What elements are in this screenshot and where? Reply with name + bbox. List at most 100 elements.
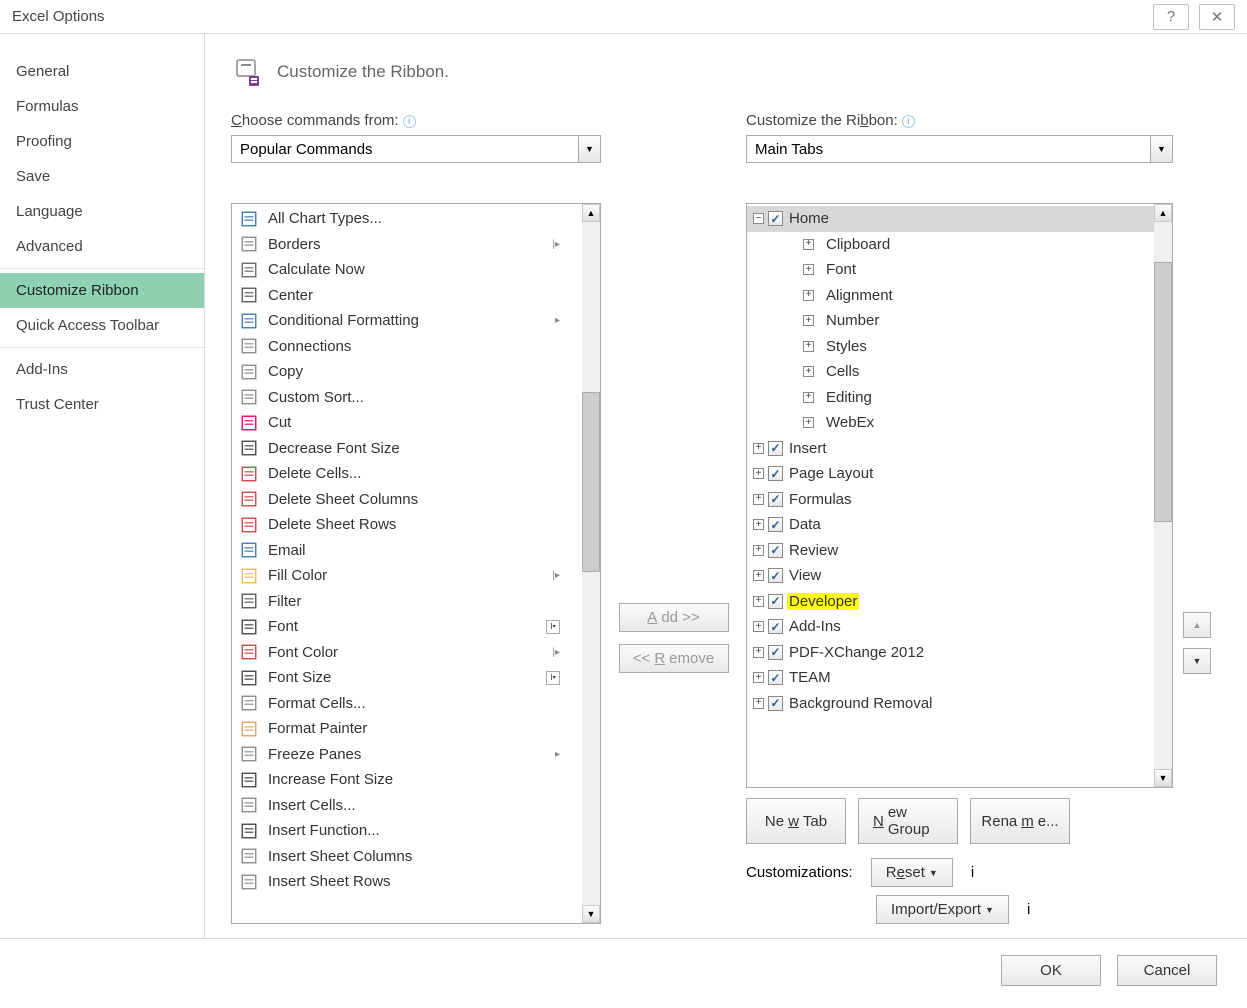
command-item[interactable]: Cut xyxy=(232,410,582,436)
ribbon-tree[interactable]: −✓Home+Clipboard+Font+Alignment+Number+S… xyxy=(746,203,1173,788)
expand-toggle-icon[interactable]: + xyxy=(753,443,764,454)
rename-button[interactable]: Rename... xyxy=(970,798,1070,844)
command-item[interactable]: Center xyxy=(232,283,582,309)
tree-tab-item[interactable]: +✓TEAM xyxy=(747,665,1154,691)
tree-tab-item[interactable]: +✓Review xyxy=(747,538,1154,564)
command-item[interactable]: Delete Sheet Columns xyxy=(232,487,582,513)
tab-checkbox[interactable]: ✓ xyxy=(768,594,783,609)
info-icon[interactable]: i xyxy=(1027,901,1030,918)
tree-tab-item[interactable]: +✓View xyxy=(747,563,1154,589)
ribbon-scrollbar[interactable]: ▲ ▼ xyxy=(1154,204,1172,787)
tree-tab-item[interactable]: +✓Page Layout xyxy=(747,461,1154,487)
command-item[interactable]: FontI▾ xyxy=(232,614,582,640)
sidebar-item-quick-access[interactable]: Quick Access Toolbar xyxy=(0,308,204,343)
command-item[interactable]: Delete Sheet Rows xyxy=(232,512,582,538)
command-item[interactable]: Conditional Formatting▸ xyxy=(232,308,582,334)
close-button[interactable]: ✕ xyxy=(1199,4,1235,30)
commands-from-dropdown[interactable]: Popular Commands ▼ xyxy=(231,135,601,163)
tree-tab-item[interactable]: +✓Background Removal xyxy=(747,691,1154,717)
tree-group-item[interactable]: +Cells xyxy=(747,359,1154,385)
tab-checkbox[interactable]: ✓ xyxy=(768,517,783,532)
expand-toggle-icon[interactable]: + xyxy=(753,494,764,505)
command-item[interactable]: Insert Sheet Columns xyxy=(232,844,582,870)
ok-button[interactable]: OK xyxy=(1001,955,1101,986)
sidebar-item-proofing[interactable]: Proofing xyxy=(0,124,204,159)
command-item[interactable]: Copy xyxy=(232,359,582,385)
scroll-thumb[interactable] xyxy=(582,392,600,572)
sidebar-item-customize-ribbon[interactable]: Customize Ribbon xyxy=(0,273,204,308)
tree-group-item[interactable]: +WebEx xyxy=(747,410,1154,436)
tree-tab-item[interactable]: +✓Formulas xyxy=(747,487,1154,513)
command-item[interactable]: Insert Cells... xyxy=(232,793,582,819)
import-export-button[interactable]: Import/Export ▼ xyxy=(876,895,1009,924)
tab-checkbox[interactable]: ✓ xyxy=(768,441,783,456)
remove-button[interactable]: << Remove xyxy=(619,644,729,673)
new-tab-button[interactable]: New Tab xyxy=(746,798,846,844)
cancel-button[interactable]: Cancel xyxy=(1117,955,1217,986)
command-item[interactable]: Font Color|▸ xyxy=(232,640,582,666)
tab-checkbox[interactable]: ✓ xyxy=(768,492,783,507)
expand-toggle-icon[interactable]: + xyxy=(753,672,764,683)
command-item[interactable]: Freeze Panes▸ xyxy=(232,742,582,768)
dropdown-arrow-icon[interactable]: ▼ xyxy=(578,136,600,162)
command-item[interactable]: Email xyxy=(232,538,582,564)
sidebar-item-formulas[interactable]: Formulas xyxy=(0,89,204,124)
command-item[interactable]: Fill Color|▸ xyxy=(232,563,582,589)
help-button[interactable]: ? xyxy=(1153,4,1189,30)
expand-toggle-icon[interactable]: + xyxy=(803,315,814,326)
command-item[interactable]: Font SizeI▾ xyxy=(232,665,582,691)
tree-tab-item[interactable]: +✓Data xyxy=(747,512,1154,538)
command-item[interactable]: Delete Cells... xyxy=(232,461,582,487)
expand-toggle-icon[interactable]: + xyxy=(753,519,764,530)
expand-toggle-icon[interactable]: + xyxy=(803,392,814,403)
reset-button[interactable]: Reset ▼ xyxy=(871,858,953,887)
tree-group-item[interactable]: +Number xyxy=(747,308,1154,334)
sidebar-item-trustcenter[interactable]: Trust Center xyxy=(0,387,204,422)
sidebar-item-language[interactable]: Language xyxy=(0,194,204,229)
command-item[interactable]: Format Painter xyxy=(232,716,582,742)
expand-toggle-icon[interactable]: + xyxy=(803,417,814,428)
command-item[interactable]: Format Cells... xyxy=(232,691,582,717)
command-item[interactable]: Custom Sort... xyxy=(232,385,582,411)
tree-tab-item[interactable]: +✓Add-Ins xyxy=(747,614,1154,640)
expand-toggle-icon[interactable]: − xyxy=(753,213,764,224)
move-down-button[interactable]: ▼ xyxy=(1183,648,1211,674)
info-icon[interactable]: i xyxy=(902,115,915,128)
tree-group-item[interactable]: +Styles xyxy=(747,334,1154,360)
tab-checkbox[interactable]: ✓ xyxy=(768,696,783,711)
scroll-down-icon[interactable]: ▼ xyxy=(582,905,600,923)
tab-checkbox[interactable]: ✓ xyxy=(768,543,783,558)
tab-checkbox[interactable]: ✓ xyxy=(768,619,783,634)
tab-checkbox[interactable]: ✓ xyxy=(768,466,783,481)
expand-toggle-icon[interactable]: + xyxy=(803,264,814,275)
tab-checkbox[interactable]: ✓ xyxy=(768,645,783,660)
command-item[interactable]: Calculate Now xyxy=(232,257,582,283)
info-icon[interactable]: i xyxy=(971,864,974,881)
expand-toggle-icon[interactable]: + xyxy=(753,621,764,632)
expand-toggle-icon[interactable]: + xyxy=(753,596,764,607)
commands-listbox[interactable]: All Chart Types...Borders|▸Calculate Now… xyxy=(231,203,601,924)
commands-scrollbar[interactable]: ▲ ▼ xyxy=(582,204,600,923)
tree-group-item[interactable]: +Alignment xyxy=(747,283,1154,309)
expand-toggle-icon[interactable]: + xyxy=(753,570,764,581)
tab-checkbox[interactable]: ✓ xyxy=(768,211,783,226)
command-item[interactable]: Borders|▸ xyxy=(232,232,582,258)
ribbon-tabs-dropdown[interactable]: Main Tabs ▼ xyxy=(746,135,1173,163)
scroll-down-icon[interactable]: ▼ xyxy=(1154,769,1172,787)
command-item[interactable]: Insert Function... xyxy=(232,818,582,844)
expand-toggle-icon[interactable]: + xyxy=(753,698,764,709)
scroll-up-icon[interactable]: ▲ xyxy=(582,204,600,222)
command-item[interactable]: All Chart Types... xyxy=(232,206,582,232)
expand-toggle-icon[interactable]: + xyxy=(803,290,814,301)
scroll-up-icon[interactable]: ▲ xyxy=(1154,204,1172,222)
expand-toggle-icon[interactable]: + xyxy=(803,239,814,250)
command-item[interactable]: Connections xyxy=(232,334,582,360)
dropdown-arrow-icon[interactable]: ▼ xyxy=(1150,136,1172,162)
sidebar-item-addins[interactable]: Add-Ins xyxy=(0,352,204,387)
tree-tab-item[interactable]: −✓Home xyxy=(747,206,1154,232)
command-item[interactable]: Insert Sheet Rows xyxy=(232,869,582,895)
sidebar-item-general[interactable]: General xyxy=(0,54,204,89)
expand-toggle-icon[interactable]: + xyxy=(803,341,814,352)
move-up-button[interactable]: ▲ xyxy=(1183,612,1211,638)
sidebar-item-advanced[interactable]: Advanced xyxy=(0,229,204,264)
